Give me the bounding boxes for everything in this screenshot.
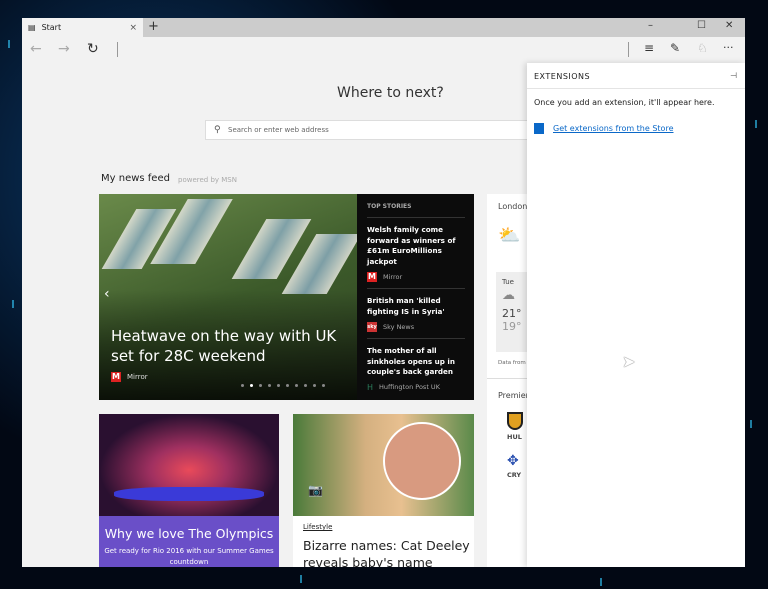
forecast-day: Tue (502, 278, 514, 286)
story-title[interactable]: The mother of all sinkholes opens up in … (367, 346, 465, 378)
sky-news-logo: sky (367, 322, 377, 332)
card-title[interactable]: Bizarre names: Cat Deeley reveals baby's… (303, 537, 474, 567)
story-source: Mirror (383, 273, 403, 281)
store-icon (534, 123, 544, 134)
card-title[interactable]: Why we love The Olympics (99, 526, 279, 541)
partly-sunny-icon: ⛅ (498, 225, 521, 246)
camera-icon: 📷 (308, 483, 323, 497)
back-button[interactable]: ← (30, 41, 42, 57)
extensions-panel: EXTENSIONS ⊣ Once you add an extension, … (527, 63, 745, 567)
get-extensions-link[interactable]: Get extensions from the Store (527, 116, 745, 134)
search-placeholder: Search or enter web address (228, 126, 329, 134)
search-icon: ⚲ (214, 125, 221, 135)
slide-indicator (241, 384, 325, 387)
pin-icon[interactable]: ⊣ (730, 71, 737, 80)
browser-window: ▤ Start × + – ☐ ✕ ← → ↻ ≡ ✎ ♘ ··· Where … (22, 18, 745, 567)
page-icon: ▤ (28, 23, 36, 32)
hub-button[interactable]: ≡ (644, 41, 654, 55)
share-button[interactable]: ♘ (697, 41, 708, 55)
story-title[interactable]: Welsh family come forward as winners of … (367, 225, 465, 267)
slide-dot[interactable] (295, 384, 298, 387)
cloudy-icon: ☁ (502, 288, 515, 303)
card-category[interactable]: Lifestyle (303, 523, 474, 531)
forward-button[interactable]: → (58, 41, 70, 57)
cat-deeley-card[interactable]: 📷 Lifestyle Bizarre names: Cat Deeley re… (293, 414, 474, 567)
top-story[interactable]: Welsh family come forward as winners of … (367, 218, 465, 289)
team-code[interactable]: CRY (507, 471, 527, 479)
source-label: Mirror (127, 373, 148, 381)
mirror-logo: M (367, 272, 377, 282)
tab-label: Start (41, 23, 62, 32)
weather-city: London (498, 202, 528, 211)
story-title[interactable]: British man 'killed fighting IS in Syria… (367, 296, 465, 317)
hero-headline[interactable]: Heatwave on the way with UK set for 28C … (111, 326, 351, 366)
slide-dot[interactable] (259, 384, 262, 387)
top-story[interactable]: The mother of all sinkholes opens up in … (367, 339, 465, 398)
slide-dot[interactable] (250, 384, 253, 387)
olympics-card[interactable]: Why we love The Olympics Get ready for R… (99, 414, 279, 567)
weather-attribution: Data from (498, 360, 526, 366)
hero-story[interactable]: Heatwave on the way with UK set for 28C … (99, 194, 474, 400)
divider (628, 42, 629, 57)
low-temp: 19° (502, 320, 522, 333)
minimize-button[interactable]: – (648, 20, 653, 31)
team-code[interactable]: HUL (507, 433, 527, 441)
powered-by: powered by MSN (178, 176, 237, 184)
extensions-message: Once you add an extension, it'll appear … (534, 98, 715, 107)
previous-slide-button[interactable]: ‹ (104, 286, 110, 302)
new-tab-button[interactable]: + (148, 19, 159, 34)
mirror-logo: M (111, 372, 121, 382)
sports-title: Premier (487, 378, 529, 400)
card-subtitle: Get ready for Rio 2016 with our Summer G… (104, 547, 274, 566)
slide-dot[interactable] (277, 384, 280, 387)
close-tab-button[interactable]: × (129, 23, 137, 33)
tab-start[interactable]: ▤ Start × (22, 18, 143, 37)
slide-dot[interactable] (268, 384, 271, 387)
top-story[interactable]: British man 'killed fighting IS in Syria… (367, 289, 465, 339)
high-temp: 21° (502, 307, 522, 320)
slide-dot[interactable] (304, 384, 307, 387)
page-title: Where to next? (337, 85, 444, 101)
close-window-button[interactable]: ✕ (725, 20, 733, 31)
hero-source: M Mirror (111, 372, 148, 382)
crystal-palace-crest-icon: ✥ (507, 453, 519, 469)
news-feed-title: My news feed (101, 173, 170, 184)
tab-bar: ▤ Start × + – ☐ ✕ (22, 18, 745, 37)
toolbar: ← → ↻ ≡ ✎ ♘ ··· (22, 37, 745, 62)
search-input[interactable]: ⚲ Search or enter web address (205, 120, 535, 140)
hull-crest-icon (507, 412, 523, 430)
slide-dot[interactable] (241, 384, 244, 387)
huffington-post-logo: H (367, 382, 374, 392)
weather-widget[interactable]: London ⛅ Tue ☁ 21° 19° Data from Premier… (487, 194, 529, 567)
top-stories-header: TOP STORIES (367, 203, 465, 218)
fireworks-image (99, 414, 279, 516)
story-source: Sky News (383, 323, 415, 331)
web-note-button[interactable]: ✎ (670, 41, 680, 55)
extensions-title: EXTENSIONS (527, 63, 745, 89)
top-stories-panel: TOP STORIES Welsh family come forward as… (357, 194, 474, 400)
maximize-button[interactable]: ☐ (697, 20, 706, 31)
story-source: Huffington Post UK (379, 383, 440, 391)
mouse-cursor-icon: ➤ (622, 352, 636, 371)
refresh-button[interactable]: ↻ (87, 41, 99, 57)
story-image: 📷 (293, 414, 474, 516)
link-label[interactable]: Get extensions from the Store (553, 124, 674, 133)
divider (117, 42, 118, 57)
slide-dot[interactable] (322, 384, 325, 387)
slide-dot[interactable] (313, 384, 316, 387)
more-button[interactable]: ··· (723, 41, 734, 54)
slide-dot[interactable] (286, 384, 289, 387)
